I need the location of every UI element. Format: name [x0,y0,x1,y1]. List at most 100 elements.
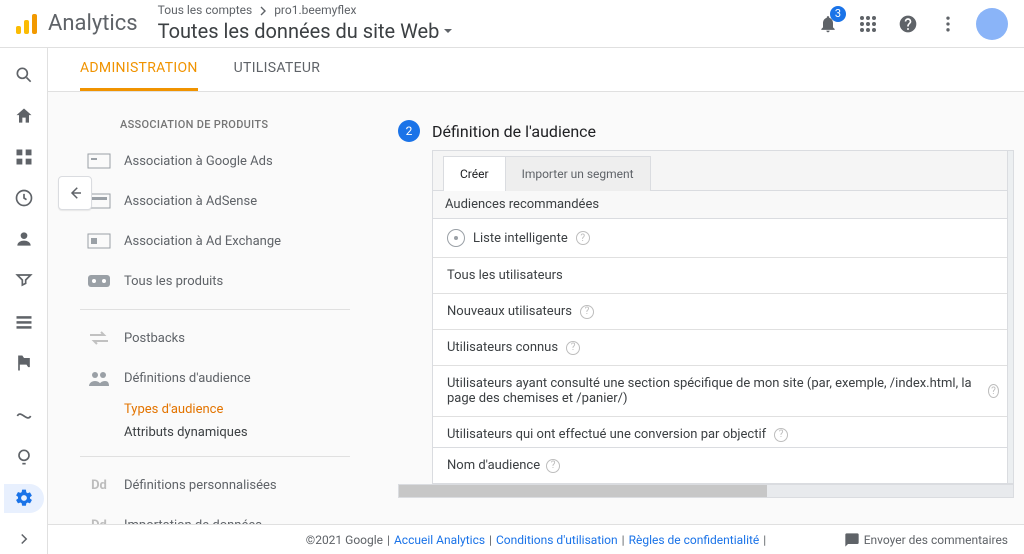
audience-panel: Créer Importer un segment Audiences reco… [432,150,1014,484]
help-icon[interactable]: ? [546,459,560,473]
audience-name-label-row: Nom d'audience ? [433,448,1013,483]
audience-icon [86,368,112,388]
dashboard-icon [14,147,34,167]
rail-attribution[interactable] [4,401,44,430]
more-vert-icon [938,14,958,34]
divider [80,456,350,457]
item-label: Postbacks [124,331,185,346]
footer-link-terms[interactable]: Conditions d'utilisation [496,533,618,547]
sublink-attrs[interactable]: Attributs dynamiques [124,425,350,440]
top-header: Analytics Tous les comptes pro1.beemyfle… [0,0,1024,48]
apps-button[interactable] [856,12,880,36]
audience-row[interactable]: Liste intelligente? [433,219,1013,258]
sublink-types[interactable]: Types d'audience [124,402,350,417]
attribution-icon [14,406,34,426]
footer-copyright: ©2021 Google [306,533,383,547]
item-label: Association à Ad Exchange [124,234,281,249]
tab-administration[interactable]: ADMINISTRATION [80,60,198,91]
item-audience-defs[interactable]: Définitions d'audience [80,358,350,398]
item-google-ads[interactable]: Association à Google Ads [80,141,350,181]
breadcrumb-parent: Tous les comptes [158,3,253,19]
item-all-products[interactable]: Tous les produits [80,261,350,301]
item-adsense[interactable]: Association à AdSense [80,181,350,221]
rail-collapse[interactable] [4,525,44,554]
rail-audience[interactable] [4,225,44,254]
footer: ©2021 Google | Accueil Analytics | Condi… [48,524,1024,554]
view-selector[interactable]: Toutes les données du site Web [158,18,816,44]
item-label: Association à AdSense [124,194,257,209]
audience-row[interactable]: Tous les utilisateurs [433,258,1013,294]
audience-name-label: Nom d'audience [447,458,540,473]
more-button[interactable] [936,12,960,36]
help-icon[interactable]: ? [566,341,580,355]
scrollbar-horizontal[interactable] [398,484,1014,498]
help-icon [898,14,918,34]
link-icon [86,231,112,251]
feedback-label: Envoyer des commentaires [864,533,1008,547]
collapse-button[interactable] [58,176,92,210]
rail-discover[interactable] [4,443,44,472]
step-header: 2 Définition de l'audience [398,120,1014,142]
funnel-icon [14,270,34,290]
rail-home[interactable] [4,101,44,130]
item-label: Tous les produits [124,274,223,289]
header-actions: 3 [816,8,1008,40]
admin-column: ASSOCIATION DE PRODUITS Association à Go… [80,92,350,524]
footer-link-privacy[interactable]: Règles de confidentialité [629,533,760,547]
help-icon[interactable]: ? [988,384,999,398]
item-label: Association à Google Ads [124,154,273,169]
audience-label: Utilisateurs qui ont effectué une conver… [447,427,766,442]
rail-acquisition[interactable] [4,266,44,295]
audience-label: Utilisateurs connus [447,340,558,355]
feedback-icon [844,532,860,548]
feedback-button[interactable]: Envoyer des commentaires [844,532,1008,548]
search-icon [14,65,34,85]
audience-row[interactable]: Utilisateurs qui ont effectué une conver… [433,417,1013,448]
flag-icon [14,353,34,373]
admin-list-2: Postbacks Définitions d'audience Types d… [80,318,350,448]
clock-icon [14,188,34,208]
step-number: 2 [398,120,420,142]
notifications-button[interactable]: 3 [816,12,840,36]
divider [80,309,350,310]
item-ad-exchange[interactable]: Association à Ad Exchange [80,221,350,261]
list-icon [14,312,34,332]
dd-icon: Dd [86,475,112,495]
product-logo[interactable]: Analytics [14,11,138,37]
avatar[interactable] [976,8,1008,40]
footer-link-home[interactable]: Accueil Analytics [394,533,485,547]
item-data-import[interactable]: Dd Importation de données [80,505,350,524]
item-postbacks[interactable]: Postbacks [80,318,350,358]
breadcrumb[interactable]: Tous les comptes pro1.beemyflex [158,3,816,19]
scrollbar-vertical[interactable] [1007,150,1014,484]
left-rail [0,48,48,554]
help-icon[interactable]: ? [576,231,590,245]
help-button[interactable] [896,12,920,36]
item-custom-defs[interactable]: Dd Définitions personnalisées [80,465,350,505]
help-icon[interactable]: ? [580,305,594,319]
audience-row[interactable]: Nouveaux utilisateurs? [433,294,1013,330]
home-icon [14,106,34,126]
link-icon [86,151,112,171]
rail-reports[interactable] [4,142,44,171]
audience-label: Liste intelligente [473,231,568,246]
rail-behavior[interactable] [4,307,44,336]
account-breadcrumb-area: Tous les comptes pro1.beemyflex Toutes l… [158,3,816,45]
tab-utilisateur[interactable]: UTILISATEUR [234,60,320,91]
person-icon [14,229,34,249]
panel-tab-import[interactable]: Importer un segment [505,156,651,191]
rail-conversions[interactable] [4,348,44,377]
audience-row[interactable]: Utilisateurs connus? [433,330,1013,366]
help-icon[interactable]: ? [774,428,788,442]
product-name: Analytics [48,11,138,36]
search-button[interactable] [4,60,44,89]
admin-list-3: Dd Définitions personnalisées Dd Importa… [80,465,350,524]
main-area: ASSOCIATION DE PRODUITS Association à Go… [48,92,1024,524]
rail-realtime[interactable] [4,184,44,213]
audience-list: Liste intelligente?Tous les utilisateurs… [433,219,1013,448]
rail-admin[interactable] [4,484,44,513]
link-icon [86,271,112,291]
audience-row[interactable]: Utilisateurs ayant consulté une section … [433,366,1013,417]
panel-tab-create[interactable]: Créer [443,156,506,191]
panel-tabs: Créer Importer un segment [433,151,1013,191]
